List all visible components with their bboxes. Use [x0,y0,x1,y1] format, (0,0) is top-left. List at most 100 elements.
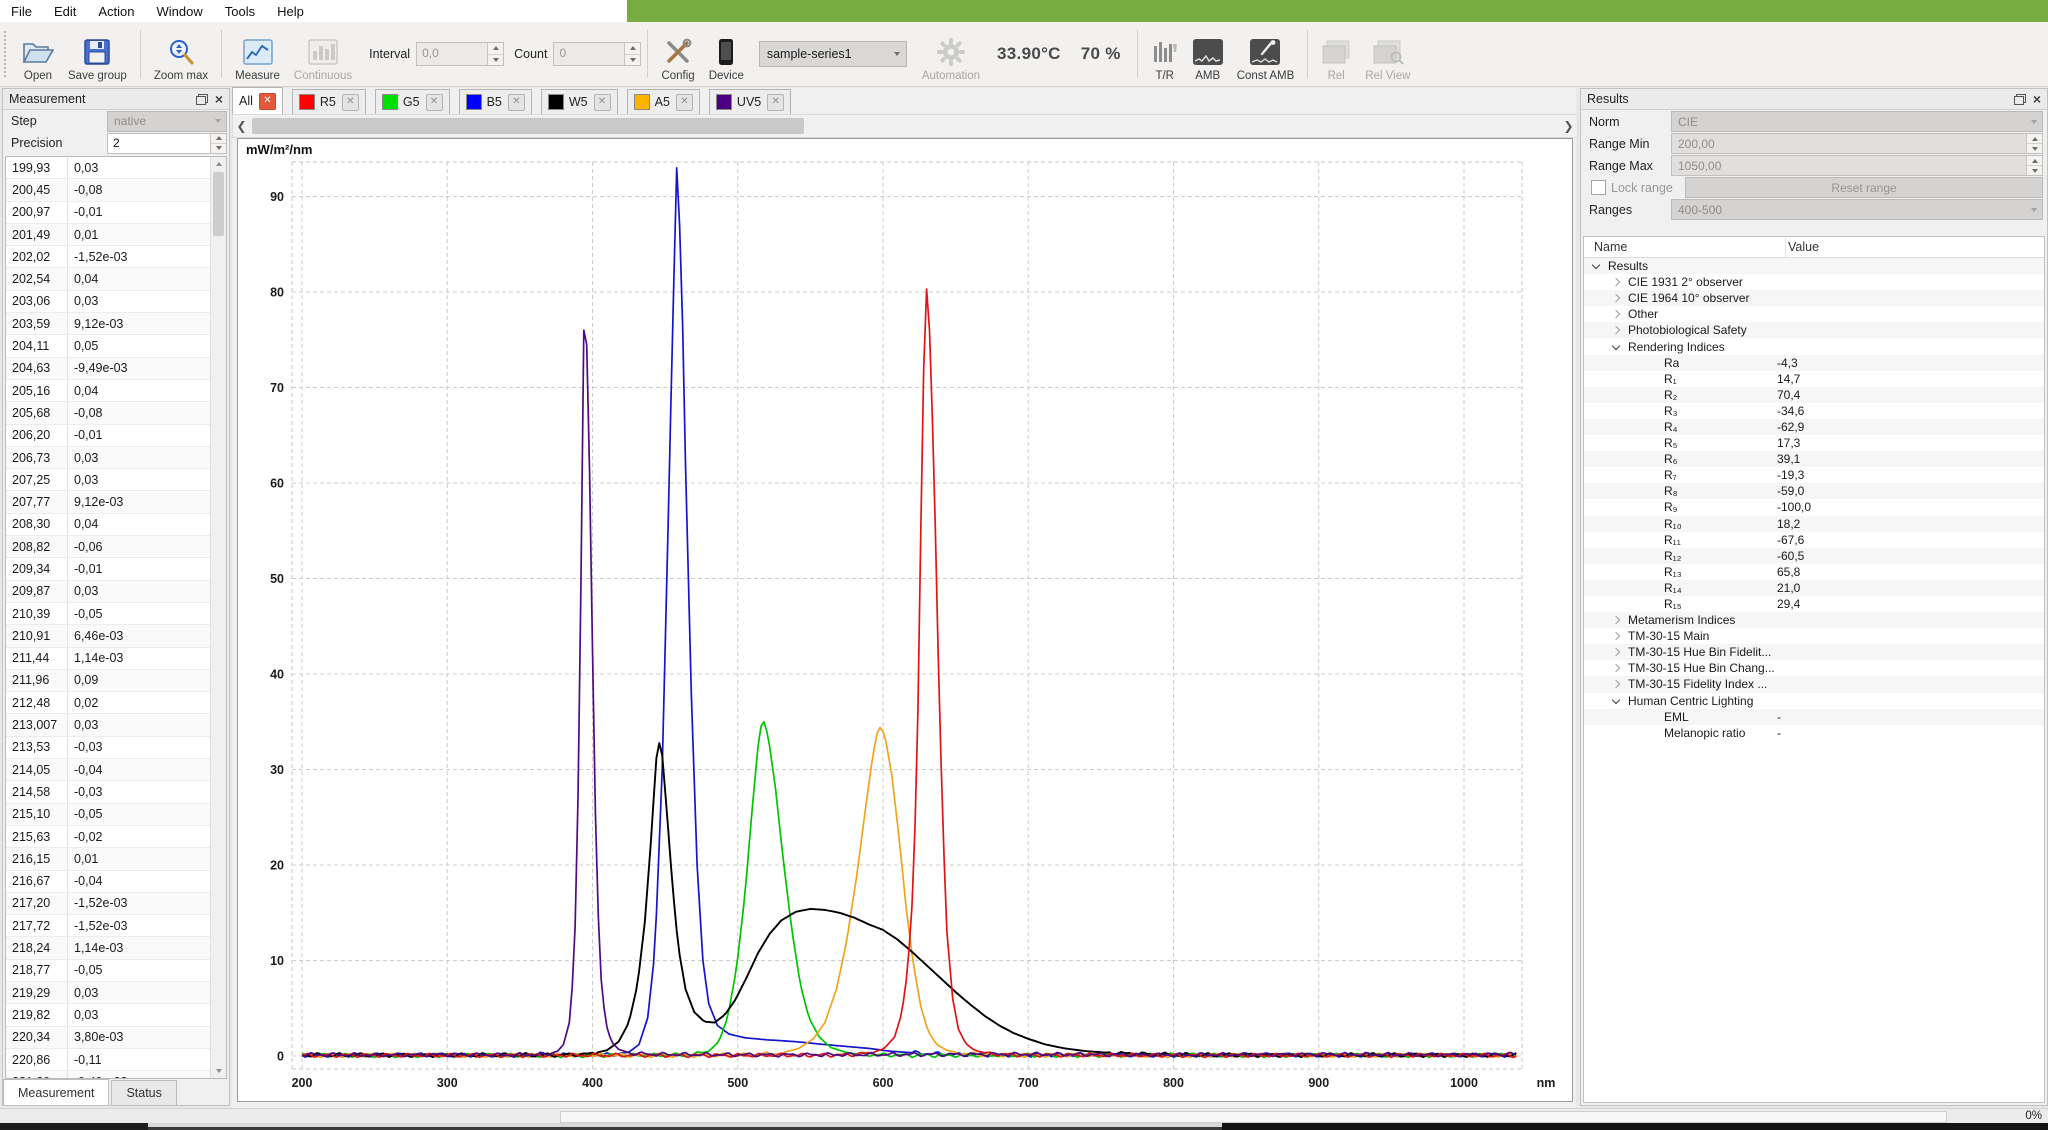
table-row[interactable]: 210,39-0,05 [6,603,211,625]
range-max-spin-buttons[interactable] [2026,156,2042,175]
table-row[interactable]: 216,150,01 [6,848,211,870]
tree-name-column-header[interactable]: Name [1584,240,1785,254]
chevron-collapsed-icon[interactable] [1612,680,1620,688]
range-min-spinbox[interactable]: 200,00 [1671,133,2043,154]
table-row[interactable]: 202,540,04 [6,268,211,290]
tree-row[interactable]: Ra-4,3 [1584,355,2044,371]
close-tab-icon[interactable]: ✕ [426,94,443,111]
count-spinbox[interactable]: 0 [553,42,641,66]
tree-row[interactable]: CIE 1964 10° observer [1584,290,2044,306]
precision-spinbox[interactable]: 2 [107,133,227,154]
chevron-expanded-icon[interactable] [1592,262,1600,270]
table-row[interactable]: 218,77-0,05 [6,960,211,982]
tree-row[interactable]: R₁₁-67,6 [1584,532,2044,548]
table-row[interactable]: 207,250,03 [6,469,211,491]
table-row[interactable]: 206,730,03 [6,447,211,469]
tree-row[interactable]: Photobiological Safety [1584,322,2044,338]
table-row[interactable]: 215,63-0,02 [6,826,211,848]
scroll-right-icon[interactable]: ❯ [1560,116,1577,136]
close-tab-icon[interactable]: ✕ [767,94,784,111]
table-row[interactable]: 200,97-0,01 [6,202,211,224]
save-group-button[interactable]: Save group [61,24,134,84]
measure-button[interactable]: Measure [228,24,287,84]
table-row[interactable]: 214,05-0,04 [6,759,211,781]
scroll-left-icon[interactable]: ❮ [233,116,250,136]
tree-row[interactable]: TM-30-15 Fidelity Index ... [1584,676,2044,692]
config-button[interactable]: Config [654,24,701,84]
tree-row[interactable]: R₂70,4 [1584,387,2044,403]
table-row[interactable]: 220,86-0,11 [6,1049,211,1071]
interval-spin-buttons[interactable] [487,43,503,65]
table-row[interactable]: 205,68-0,08 [6,402,211,424]
chevron-expanded-icon[interactable] [1612,697,1620,705]
table-row[interactable]: 210,916,46e-03 [6,625,211,647]
close-panel-icon[interactable]: × [215,94,223,105]
table-row[interactable]: 218,241,14e-03 [6,937,211,959]
table-row[interactable]: 216,67-0,04 [6,871,211,893]
table-row[interactable]: 219,290,03 [6,982,211,1004]
norm-select[interactable]: CIE [1671,111,2043,132]
series-tab-w5[interactable]: W5✕ [541,89,618,114]
table-row[interactable]: 209,34-0,01 [6,558,211,580]
tree-row[interactable]: Melanopic ratio- [1584,725,2044,741]
interval-spinbox[interactable]: 0,0 [416,42,504,66]
table-row[interactable]: 200,45-0,08 [6,179,211,201]
tr-button[interactable]: T/R [1144,24,1186,84]
series-select[interactable]: sample-series1 [759,41,907,67]
tree-row[interactable]: R₄-62,9 [1584,419,2044,435]
automation-button[interactable]: Automation [915,24,987,84]
table-row[interactable]: 211,441,14e-03 [6,648,211,670]
table-row[interactable]: 217,72-1,52e-03 [6,915,211,937]
chevron-collapsed-icon[interactable] [1612,294,1620,302]
table-row[interactable]: 201,490,01 [6,224,211,246]
close-tab-icon[interactable]: ✕ [508,94,525,111]
tree-row[interactable]: R₅17,3 [1584,435,2044,451]
close-tab-icon[interactable]: ✕ [259,93,276,110]
range-min-spin-buttons[interactable] [2026,134,2042,153]
reset-range-button[interactable]: Reset range [1685,177,2043,198]
chevron-collapsed-icon[interactable] [1612,616,1620,624]
lock-range-checkbox[interactable] [1591,180,1606,195]
table-row[interactable]: 209,870,03 [6,581,211,603]
chart-horizontal-scrollbar[interactable]: ❮ ❯ [232,114,1578,138]
table-row[interactable]: 212,480,02 [6,692,211,714]
chevron-collapsed-icon[interactable] [1612,310,1620,318]
table-row[interactable]: 215,10-0,05 [6,804,211,826]
spectrum-plot[interactable]: 2003004005006007008009001000010203040506… [238,139,1572,1101]
close-tab-icon[interactable]: ✕ [594,94,611,111]
table-row[interactable]: 208,300,04 [6,514,211,536]
device-button[interactable]: Device [702,24,751,84]
tab-status[interactable]: Status [111,1080,176,1105]
table-row[interactable]: 219,820,03 [6,1004,211,1026]
tree-row[interactable]: R₁₂-60,5 [1584,548,2044,564]
continuous-button[interactable]: Continuous [287,24,359,84]
tree-row[interactable]: R₉-100,0 [1584,499,2044,515]
tree-row[interactable]: CIE 1931 2° observer [1584,274,2044,290]
tree-row[interactable]: R₇-19,3 [1584,467,2044,483]
table-row[interactable]: 213,53-0,03 [6,737,211,759]
tree-row[interactable]: TM-30-15 Main [1584,628,2044,644]
series-tab-uv5[interactable]: UV5✕ [709,89,791,114]
close-panel-icon[interactable]: × [2033,94,2041,105]
amb-button[interactable]: AMB [1186,24,1230,84]
tree-row[interactable]: TM-30-15 Hue Bin Fidelit... [1584,644,2044,660]
close-tab-icon[interactable]: ✕ [676,94,693,111]
table-row[interactable]: 221,39-9,49e-03 [6,1071,211,1079]
menu-item-file[interactable]: File [0,2,43,21]
tree-row[interactable]: R₁14,7 [1584,371,2044,387]
menu-item-tools[interactable]: Tools [214,2,266,21]
table-row[interactable]: 207,779,12e-03 [6,491,211,513]
scroll-up-icon[interactable] [211,157,226,171]
table-row[interactable]: 202,02-1,52e-03 [6,246,211,268]
menu-item-window[interactable]: Window [146,2,214,21]
series-tab-g5[interactable]: G5✕ [375,89,450,114]
const-amb-button[interactable]: Const AMB [1230,24,1302,84]
tree-row[interactable]: R₁₀18,2 [1584,516,2044,532]
rel-view-button[interactable]: Rel View [1358,24,1417,84]
tree-row[interactable]: Metamerism Indices [1584,612,2044,628]
table-row[interactable]: 199,930,03 [6,157,211,179]
table-row[interactable]: 213,0070,03 [6,714,211,736]
toolbar-grip[interactable] [4,31,11,77]
table-row[interactable]: 220,343,80e-03 [6,1027,211,1049]
range-max-spinbox[interactable]: 1050,00 [1671,155,2043,176]
